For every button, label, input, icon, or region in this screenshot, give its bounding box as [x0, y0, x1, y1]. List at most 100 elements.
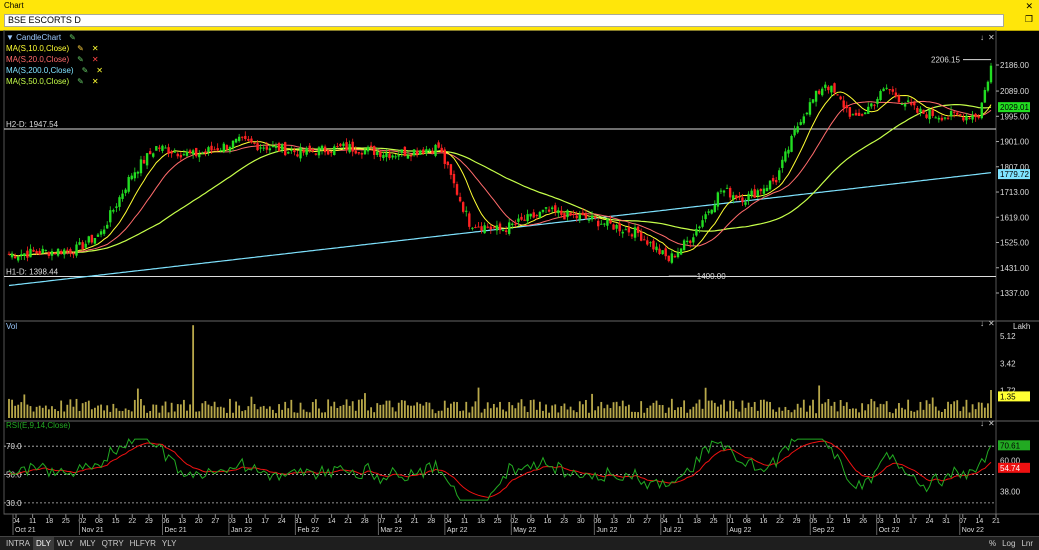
candle-body	[547, 209, 551, 212]
volume-bar	[775, 411, 778, 418]
candle-body	[922, 109, 925, 114]
scale-toggle-percent[interactable]: %	[986, 537, 999, 550]
volume-bar	[268, 406, 271, 418]
volume-bar	[284, 401, 287, 418]
volume-bar	[140, 398, 142, 418]
candle-body	[707, 211, 710, 213]
volume-bar	[342, 404, 345, 418]
x-day-label: 18	[693, 518, 701, 525]
x-day-label: 07	[311, 518, 319, 525]
volume-bar	[124, 408, 127, 418]
candle-body	[99, 231, 103, 235]
low-ref-label: H1-D: 1398.44	[6, 268, 59, 277]
candle-body	[532, 212, 535, 218]
edit-icon[interactable]: ✎	[77, 77, 84, 87]
rsi-collapse-icon: ↓	[980, 419, 984, 428]
timeframe-tab-intra[interactable]: INTRA	[3, 537, 33, 550]
timeframe-tab-yly[interactable]: YLY	[159, 537, 180, 550]
candle-body	[529, 213, 532, 217]
candle-body	[630, 234, 634, 237]
scale-toggle-log[interactable]: Log	[999, 537, 1018, 550]
close-icon[interactable]: ✕	[1025, 0, 1033, 12]
x-month-label: Oct 21	[15, 527, 36, 534]
candle-body	[784, 151, 787, 162]
volume-bar	[287, 408, 290, 418]
candle-body	[566, 210, 569, 218]
volume-bar	[241, 411, 244, 418]
candle-body	[188, 150, 192, 153]
remove-icon[interactable]: ✕	[96, 66, 103, 76]
window-title: Chart	[4, 1, 24, 10]
x-month-label: Mar 22	[380, 527, 402, 534]
candle-body	[210, 145, 213, 151]
volume-bar	[588, 412, 590, 418]
candle-body	[486, 226, 489, 228]
volume-bar	[861, 403, 864, 418]
volume-bar	[864, 410, 867, 418]
volume-bar	[97, 405, 99, 418]
remove-icon[interactable]: ✕	[92, 55, 99, 65]
restore-icon[interactable]: ❐	[1025, 14, 1033, 25]
timeframe-tab-qtry[interactable]: QTRY	[99, 537, 127, 550]
candle-body	[535, 215, 539, 217]
indicator-item[interactable]: MA(S,10.0,Close) ✎ ✕	[6, 44, 99, 54]
volume-bar	[44, 405, 47, 418]
x-day-label: 18	[477, 518, 485, 525]
candle-body	[428, 149, 431, 151]
candle-body	[336, 145, 339, 147]
x-day-label: 31	[942, 518, 950, 525]
candle-body	[916, 107, 919, 113]
remove-icon[interactable]: ✕	[92, 44, 99, 54]
candle-body	[492, 227, 496, 229]
volume-bar	[173, 411, 176, 418]
scale-toggle-lnr[interactable]: Lnr	[1018, 537, 1036, 550]
indicator-item[interactable]: MA(S,20.0,Close) ✎ ✕	[6, 55, 99, 65]
candle-body	[575, 215, 578, 219]
volume-bar	[735, 409, 738, 418]
chart-header: BSE ESCORTS D ❐	[0, 12, 1039, 31]
candle-body	[176, 153, 179, 157]
candle-body	[339, 143, 342, 147]
candle-body	[468, 213, 471, 227]
indicator-item[interactable]: ▼ CandleChart ✎	[6, 33, 76, 43]
volume-bar	[852, 408, 854, 418]
edit-icon[interactable]: ✎	[77, 44, 84, 54]
timeframe-tab-mly[interactable]: MLY	[77, 537, 99, 550]
edit-icon[interactable]: ✎	[82, 66, 89, 76]
candle-body	[971, 115, 974, 120]
volume-bar	[210, 406, 213, 418]
edit-icon[interactable]: ✎	[77, 55, 84, 65]
candle-body	[75, 244, 78, 256]
timeframe-tab-hlfyr[interactable]: HLFYR	[127, 537, 159, 550]
candle-body	[185, 151, 189, 156]
volume-bar	[465, 401, 468, 418]
indicator-item[interactable]: MA(S,50.0,Close) ✎ ✕	[6, 77, 99, 87]
volume-bar	[149, 411, 152, 418]
remove-icon[interactable]: ✕	[92, 77, 99, 87]
volume-bar	[256, 409, 259, 418]
volume-bar	[799, 407, 802, 418]
x-day-label: 17	[909, 518, 917, 525]
candle-body	[127, 177, 130, 192]
volume-bar	[723, 399, 725, 418]
candle-body	[121, 193, 124, 199]
volume-bar	[812, 399, 814, 418]
candle-body	[425, 149, 428, 154]
volume-bar	[11, 399, 13, 418]
candle-body	[443, 149, 446, 164]
chart-canvas[interactable]: 2186.002089.001995.001901.001807.001713.…	[0, 30, 1039, 536]
volume-bar	[63, 411, 66, 418]
timeframe-tab-dly[interactable]: DLY	[33, 537, 54, 550]
volume-bar	[913, 411, 916, 418]
candle-body	[20, 254, 23, 256]
candle-body	[354, 150, 357, 154]
volume-bar	[492, 403, 495, 418]
volume-bar	[179, 404, 182, 418]
edit-icon[interactable]: ✎	[69, 33, 76, 43]
volume-bar	[305, 411, 308, 418]
volume-bar	[136, 388, 139, 418]
candle-body	[885, 87, 888, 89]
indicator-item[interactable]: MA(S,200.0,Close) ✎ ✕	[6, 66, 103, 76]
x-month-label: Sep 22	[812, 527, 834, 534]
timeframe-tab-wly[interactable]: WLY	[54, 537, 77, 550]
